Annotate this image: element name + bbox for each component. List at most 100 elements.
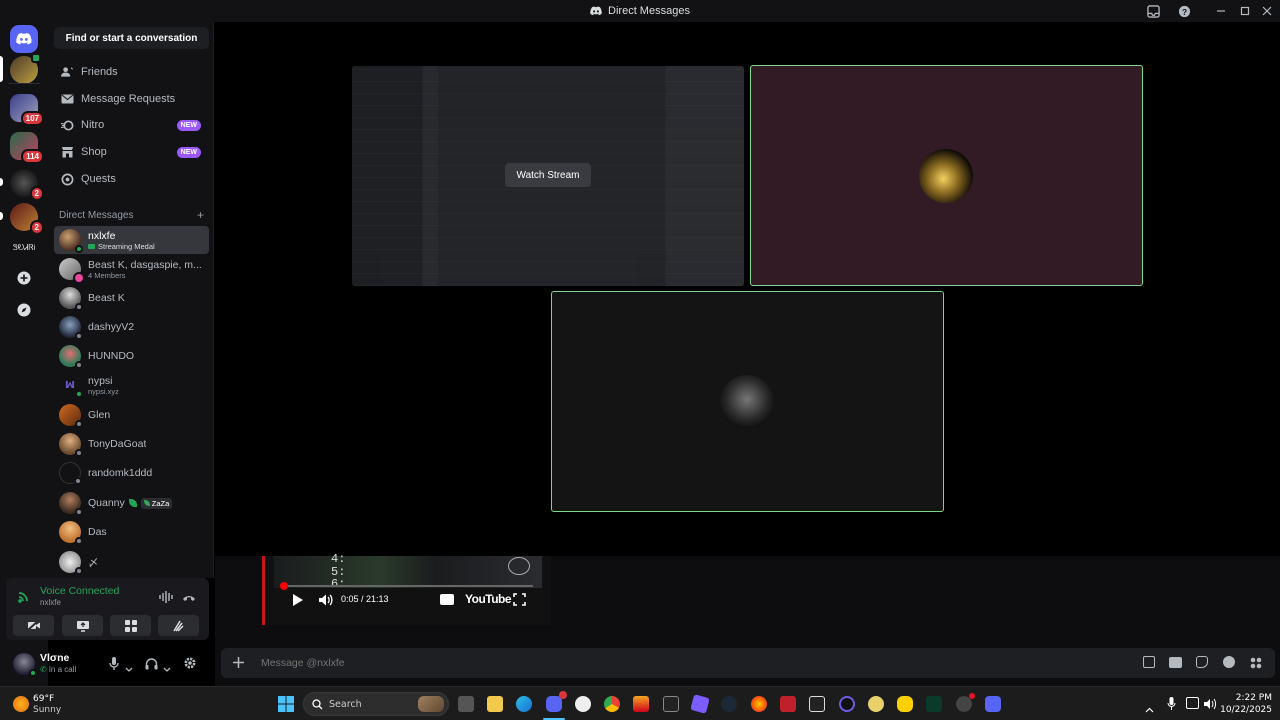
nav-shop-label: Shop [81,146,107,158]
dm-item-beast-k[interactable]: Beast K [54,284,209,312]
home-button[interactable] [10,25,38,53]
apps-icon[interactable] [1250,656,1262,674]
settings-gear-icon[interactable] [183,656,197,675]
server-icon-2[interactable]: 107 [10,94,44,126]
participant-tile-1[interactable] [750,65,1143,286]
epic-games-icon[interactable] [663,696,679,712]
disconnect-icon[interactable] [182,590,196,608]
edge-icon[interactable] [516,696,532,712]
dm-item-nxlxfe[interactable]: nxlxfe Streaming Medal [54,226,209,254]
dm-item-das[interactable]: Das [54,518,209,546]
dm-item-glen[interactable]: Glen [54,401,209,429]
soundboard-button[interactable] [158,615,199,636]
mic-tray-icon[interactable] [1167,697,1176,715]
headphones-icon[interactable] [145,657,158,675]
youtube-embed[interactable]: 4: 5: 6: 0:05 / 21:13 YouTube [262,552,551,625]
app-icon-6[interactable] [956,693,975,712]
nav-nitro[interactable]: Nitro NEW [54,113,209,137]
app-icon-5[interactable] [926,696,942,712]
dm-item-quanny[interactable]: Quanny ZaZa [54,489,209,517]
captions-icon[interactable] [440,594,454,605]
server-icon-4[interactable]: 2 [10,169,44,201]
obs-icon[interactable] [575,696,591,712]
task-view-icon[interactable] [458,696,474,712]
gift-icon[interactable] [1143,656,1155,668]
weather-icon[interactable] [13,696,29,712]
server-icon-5[interactable]: 2 [10,203,44,235]
maximize-icon[interactable] [1236,0,1254,22]
voice-channel[interactable]: nxlxfe [40,598,61,607]
youtube-logo[interactable]: YouTube [465,592,512,606]
app-icon-1[interactable] [633,696,649,712]
camera-off-button[interactable] [13,615,54,636]
chevron-down-icon[interactable] [125,660,133,678]
user-avatar[interactable] [13,653,37,677]
file-explorer-icon[interactable] [487,696,503,712]
nav-message-requests[interactable]: Message Requests [54,87,209,111]
duck-icon[interactable] [897,696,913,712]
help-icon[interactable]: ? [1176,0,1192,22]
server-icon-3[interactable]: 114 [10,132,44,164]
progress-track[interactable] [280,582,533,590]
nav-friends[interactable]: Friends [54,60,209,84]
dm-item-hunndo[interactable]: HUNNDO [54,342,209,370]
app-icon-3[interactable] [839,696,855,712]
voice-status[interactable]: Voice Connected [40,585,119,597]
find-conversation-button[interactable]: Find or start a conversation [54,27,209,49]
chevron-up-icon[interactable] [1145,700,1154,718]
message-input[interactable] [261,654,1121,672]
play-icon[interactable] [292,593,304,612]
volume-icon[interactable] [318,593,333,612]
dm-members: 4 Members [88,270,126,280]
server-icon-6[interactable]: ᏕᎧᏗᏒᎥ [10,234,38,262]
vb-icon[interactable] [809,696,825,712]
weather-temp[interactable]: 69°F [33,694,54,704]
inbox-icon[interactable] [1145,0,1161,22]
speaker-icon[interactable] [1203,697,1216,715]
notification-dot [559,691,567,699]
chevron-down-icon[interactable] [163,660,171,678]
attach-plus-icon[interactable] [232,656,245,674]
fullscreen-icon[interactable] [513,593,526,611]
server-icon-1[interactable] [10,53,41,84]
app-icon-2[interactable] [780,696,796,712]
dm-item-12[interactable]: 〆 [54,548,209,576]
noise-suppression-icon[interactable] [159,590,173,608]
participant-tile-2[interactable] [551,291,944,512]
discover-button[interactable] [10,296,38,324]
nav-quests[interactable]: Quests [54,167,209,191]
activities-button[interactable] [110,615,151,636]
watch-stream-button[interactable]: Watch Stream [505,163,591,187]
stream-tile[interactable]: Watch Stream [352,66,744,286]
minimize-icon[interactable] [1212,0,1230,22]
dm-item-nypsi[interactable]: ꟽ nypsi nypsi.xyz [54,371,209,399]
nav-shop[interactable]: Shop NEW [54,140,209,164]
progress-handle[interactable] [280,582,288,590]
clock-date[interactable]: 10/22/2025 [1218,705,1272,715]
steam-icon[interactable] [721,696,737,712]
microphone-icon[interactable] [109,657,119,675]
start-windows-icon[interactable] [278,696,294,717]
discord-taskbar-icon[interactable] [546,691,567,712]
status-indicator [75,361,83,369]
roblox-icon[interactable] [690,694,710,714]
emoji-icon[interactable] [1223,656,1235,668]
dm-item-tonydagoat[interactable]: TonyDaGoat [54,430,209,458]
network-icon[interactable] [1186,697,1199,709]
create-dm-button[interactable]: + [197,209,204,221]
firefox-icon[interactable] [751,696,767,712]
app-icon-4[interactable] [868,696,884,712]
sticker-icon[interactable] [1196,656,1208,668]
dm-item-group[interactable]: Beast K, dasgaspie, m... 4 Members [54,255,209,284]
chrome-icon[interactable] [604,696,620,712]
taskbar-search[interactable]: Search [303,692,449,716]
discord-ptb-icon[interactable] [985,696,1001,712]
gif-icon[interactable] [1169,657,1182,668]
weather-desc[interactable]: Sunny [33,705,61,715]
dm-item-dashyy[interactable]: dashyyV2 [54,313,209,341]
close-icon[interactable] [1258,0,1276,22]
screen-share-button[interactable] [62,615,103,636]
dm-item-randomk1ddd[interactable]: randomk1ddd [54,459,209,487]
add-server-button[interactable] [10,264,38,292]
clock-time[interactable]: 2:22 PM [1226,693,1272,703]
